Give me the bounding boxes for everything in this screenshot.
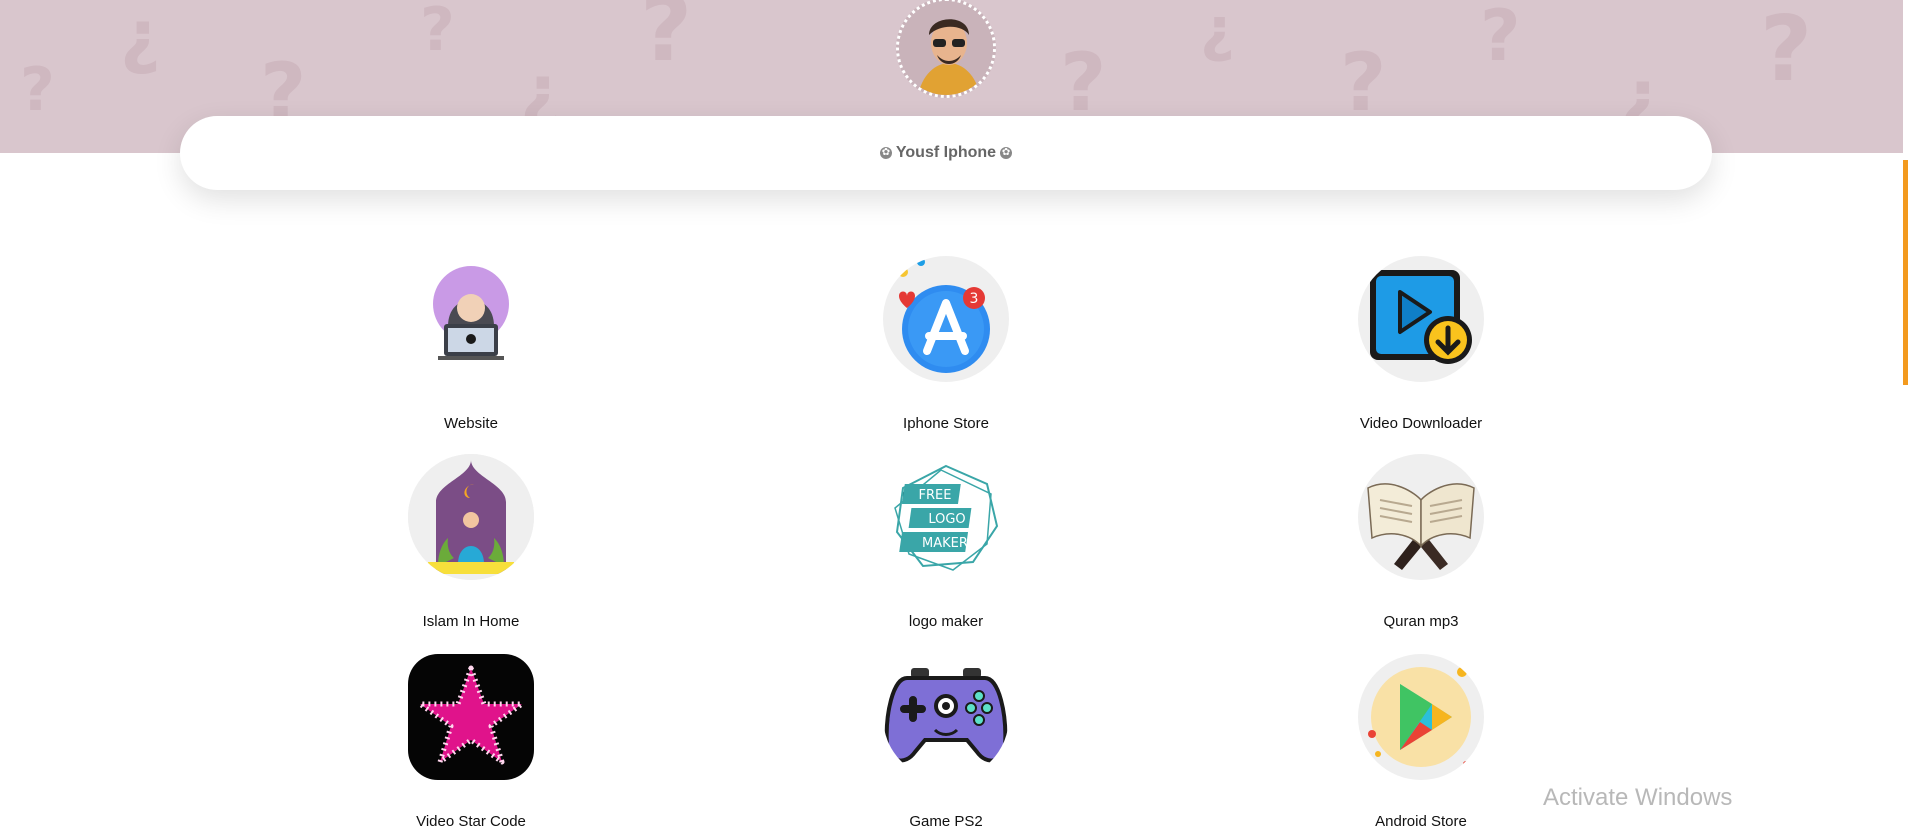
video-download-icon — [1358, 256, 1484, 382]
scroll-indicator[interactable] — [1903, 160, 1908, 385]
notification-badge: 3 — [970, 291, 979, 307]
svg-text:¿: ¿ — [1200, 0, 1235, 65]
flower-icon: ✿ — [1000, 147, 1013, 159]
mosque-prayer-icon — [408, 454, 534, 580]
link-tile-islam-in-home[interactable]: Islam In Home — [351, 454, 591, 630]
svg-text:¿: ¿ — [120, 0, 161, 77]
link-tile-quran-mp3[interactable]: Quran mp3 — [1301, 454, 1541, 630]
link-tile-video-star-code[interactable]: Video Star Code — [351, 654, 591, 830]
svg-text:FREE: FREE — [919, 488, 952, 503]
link-tile-game-ps2[interactable]: Game PS2 — [826, 654, 1066, 830]
svg-text:?: ? — [1760, 0, 1812, 102]
link-tile-android-store[interactable]: Android Store — [1301, 654, 1541, 830]
link-tile-iphone-store[interactable]: 3 Iphone Store — [826, 256, 1066, 432]
gamepad-icon — [883, 654, 1009, 780]
link-label: Video Downloader — [1359, 415, 1483, 432]
svg-text:?: ? — [420, 0, 455, 65]
link-label: Game PS2 — [909, 813, 983, 830]
profile-name-card: ✿ Yousf Iphone ✿ — [180, 116, 1712, 190]
link-label: logo maker — [908, 613, 984, 630]
link-label: Quran mp3 — [1383, 613, 1459, 630]
svg-text:LOGO: LOGO — [928, 512, 965, 527]
hacker-laptop-icon — [408, 256, 534, 382]
link-label: Android Store — [1375, 813, 1467, 830]
avatar — [896, 0, 996, 98]
svg-text:MAKER: MAKER — [922, 536, 968, 551]
link-tile-logo-maker[interactable]: FREE LOGO MAKER logo maker — [826, 454, 1066, 630]
profile-name: Yousf Iphone — [895, 144, 997, 161]
svg-text:?: ? — [20, 55, 55, 125]
video-star-icon — [408, 654, 534, 780]
app-store-icon: 3 — [883, 256, 1009, 382]
link-tile-website[interactable]: Website — [351, 256, 591, 432]
svg-text:?: ? — [640, 0, 692, 82]
link-tile-video-downloader[interactable]: Video Downloader — [1301, 256, 1541, 432]
link-label: Iphone Store — [903, 415, 989, 432]
link-label: Website — [444, 415, 498, 432]
windows-watermark: Activate Windows — [1543, 784, 1733, 811]
flower-icon: ✿ — [879, 147, 892, 159]
logo-maker-icon: FREE LOGO MAKER — [883, 454, 1009, 580]
link-label: Video Star Code — [416, 813, 526, 830]
svg-text:?: ? — [1480, 0, 1521, 77]
quran-book-icon — [1358, 454, 1484, 580]
link-label: Islam In Home — [422, 613, 520, 630]
google-play-icon — [1358, 654, 1484, 780]
